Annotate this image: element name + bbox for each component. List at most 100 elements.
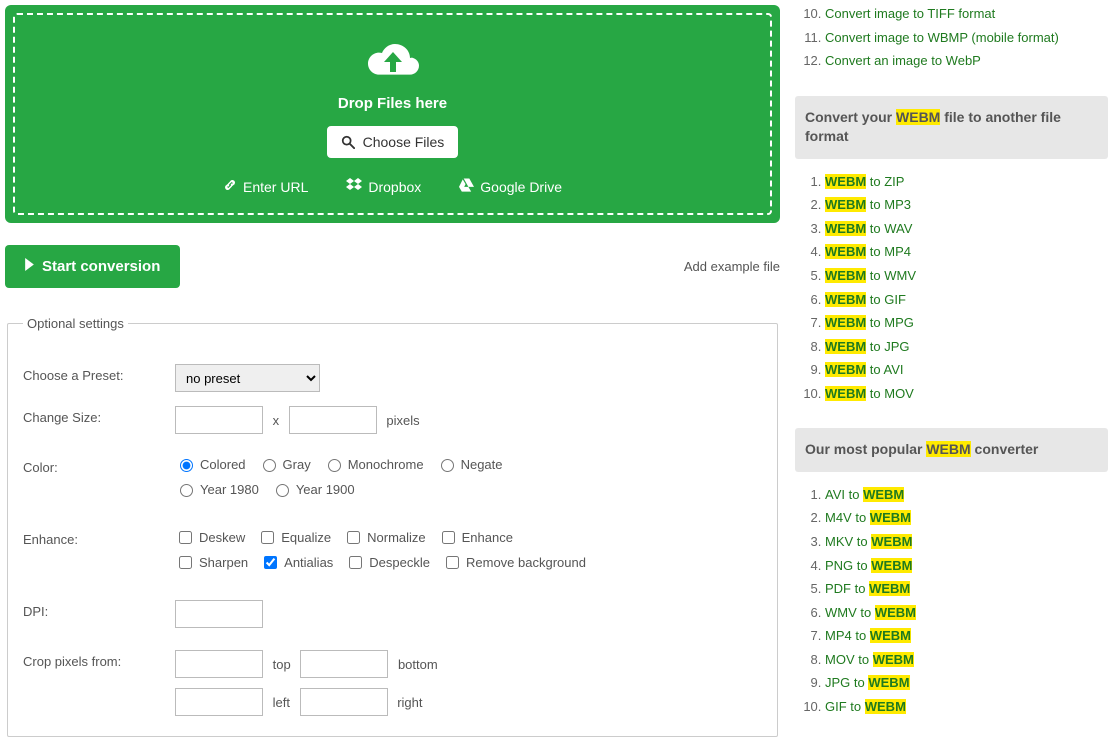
color-radio[interactable] — [276, 484, 289, 497]
enhance-option[interactable]: Remove background — [442, 553, 586, 572]
list-item: PDF to WEBM — [825, 580, 1108, 598]
preset-select[interactable]: no preset — [175, 364, 320, 392]
crop-label: Crop pixels from: — [23, 650, 175, 716]
enhance-option[interactable]: Antialias — [260, 553, 333, 572]
enhance-option[interactable]: Normalize — [343, 528, 426, 547]
converter-link[interactable]: WMV to WEBM — [825, 605, 916, 620]
color-option[interactable]: Gray — [258, 456, 311, 472]
enhance-checkbox[interactable] — [179, 556, 192, 569]
converter-link[interactable]: WEBM to MP4 — [825, 244, 911, 259]
color-radio[interactable] — [180, 459, 193, 472]
list-item: M4V to WEBM — [825, 509, 1108, 527]
converter-link[interactable]: GIF to WEBM — [825, 699, 906, 714]
crop-bottom-input[interactable] — [300, 650, 388, 678]
popular-converter-list: AVI to WEBM M4V to WEBM MKV to WEBM PNG to … — [807, 486, 1108, 715]
converter-link[interactable]: Convert image to TIFF format — [825, 6, 995, 21]
enhance-checkbox[interactable] — [261, 531, 274, 544]
dpi-input[interactable] — [175, 600, 263, 628]
converter-link[interactable]: WEBM to WMV — [825, 268, 916, 283]
list-item: WEBM to MOV — [825, 385, 1108, 403]
width-input[interactable] — [175, 406, 263, 434]
optional-settings-panel: Optional settings Choose a Preset: no pr… — [7, 316, 778, 737]
list-item: GIF to WEBM — [825, 698, 1108, 716]
list-item: WEBM to WAV — [825, 220, 1108, 238]
list-item: MP4 to WEBM — [825, 627, 1108, 645]
list-item: WEBM to WMV — [825, 267, 1108, 285]
list-item: Convert image to WBMP (mobile format) — [825, 29, 1108, 47]
color-radio[interactable] — [180, 484, 193, 497]
crop-top-input[interactable] — [175, 650, 263, 678]
image-converter-list: Convert image to TIFF format Convert imag… — [807, 5, 1108, 70]
size-label: Change Size: — [23, 406, 175, 434]
list-item: Convert image to TIFF format — [825, 5, 1108, 23]
enhance-option[interactable]: Despeckle — [345, 553, 430, 572]
color-option[interactable]: Year 1980 — [175, 481, 259, 497]
converter-link[interactable]: AVI to WEBM — [825, 487, 904, 502]
list-item: WEBM to MPG — [825, 314, 1108, 332]
list-item: WEBM to MP4 — [825, 243, 1108, 261]
color-radio[interactable] — [328, 459, 341, 472]
color-option[interactable]: Negate — [436, 456, 503, 472]
list-item: MOV to WEBM — [825, 651, 1108, 669]
color-radio[interactable] — [263, 459, 276, 472]
list-item: WEBM to MP3 — [825, 196, 1108, 214]
sidebar-heading-convert: Convert your WEBM file to another file f… — [795, 96, 1108, 159]
enhance-checkbox[interactable] — [264, 556, 277, 569]
converter-link[interactable]: WEBM to AVI — [825, 362, 904, 377]
converter-link[interactable]: MOV to WEBM — [825, 652, 914, 667]
converter-link[interactable]: WEBM to JPG — [825, 339, 910, 354]
list-item: MKV to WEBM — [825, 533, 1108, 551]
converter-link[interactable]: Convert an image to WebP — [825, 53, 981, 68]
converter-link[interactable]: WEBM to MOV — [825, 386, 914, 401]
enhance-checkbox[interactable] — [446, 556, 459, 569]
webm-convert-list: WEBM to ZIP WEBM to MP3 WEBM to WAV WEBM to… — [807, 173, 1108, 402]
dropbox-icon — [346, 178, 362, 195]
drop-files-text: Drop Files here — [25, 95, 760, 112]
converter-link[interactable]: MP4 to WEBM — [825, 628, 911, 643]
converter-link[interactable]: PNG to WEBM — [825, 558, 912, 573]
file-dropzone[interactable]: Drop Files here Choose Files Enter URL D… — [5, 5, 780, 223]
enhance-option[interactable]: Equalize — [257, 528, 331, 547]
converter-link[interactable]: WEBM to MP3 — [825, 197, 911, 212]
enhance-option[interactable]: Sharpen — [175, 553, 248, 572]
converter-link[interactable]: WEBM to MPG — [825, 315, 914, 330]
converter-link[interactable]: M4V to WEBM — [825, 510, 911, 525]
converter-link[interactable]: MKV to WEBM — [825, 534, 912, 549]
enhance-checkbox[interactable] — [347, 531, 360, 544]
converter-link[interactable]: Convert image to WBMP (mobile format) — [825, 30, 1059, 45]
dropbox-button[interactable]: Dropbox — [346, 178, 421, 195]
list-item: WEBM to ZIP — [825, 173, 1108, 191]
crop-left-input[interactable] — [175, 688, 263, 716]
list-item: JPG to WEBM — [825, 674, 1108, 692]
add-example-file-link[interactable]: Add example file — [684, 259, 780, 274]
converter-link[interactable]: PDF to WEBM — [825, 581, 910, 596]
list-item: AVI to WEBM — [825, 486, 1108, 504]
enhance-checkbox[interactable] — [349, 556, 362, 569]
enhance-option[interactable]: Enhance — [438, 528, 513, 547]
upload-cloud-icon — [364, 40, 422, 85]
chevron-right-icon — [25, 258, 34, 275]
google-drive-button[interactable]: Google Drive — [459, 178, 562, 195]
choose-files-button[interactable]: Choose Files — [327, 126, 459, 158]
link-icon — [223, 178, 237, 195]
color-option[interactable]: Year 1900 — [271, 481, 355, 497]
list-item: WEBM to JPG — [825, 338, 1108, 356]
dpi-label: DPI: — [23, 600, 175, 628]
enhance-checkbox[interactable] — [179, 531, 192, 544]
crop-right-input[interactable] — [300, 688, 388, 716]
enter-url-button[interactable]: Enter URL — [223, 178, 308, 195]
color-option[interactable]: Colored — [175, 456, 246, 472]
converter-link[interactable]: WEBM to WAV — [825, 221, 912, 236]
start-conversion-button[interactable]: Start conversion — [5, 245, 180, 288]
height-input[interactable] — [289, 406, 377, 434]
enhance-label: Enhance: — [23, 528, 175, 578]
converter-link[interactable]: JPG to WEBM — [825, 675, 910, 690]
enhance-option[interactable]: Deskew — [175, 528, 245, 547]
color-label: Color: — [23, 456, 175, 506]
enhance-checkbox[interactable] — [442, 531, 455, 544]
converter-link[interactable]: WEBM to GIF — [825, 292, 906, 307]
color-radio[interactable] — [441, 459, 454, 472]
color-option[interactable]: Monochrome — [323, 456, 424, 472]
list-item: WEBM to AVI — [825, 361, 1108, 379]
converter-link[interactable]: WEBM to ZIP — [825, 174, 904, 189]
